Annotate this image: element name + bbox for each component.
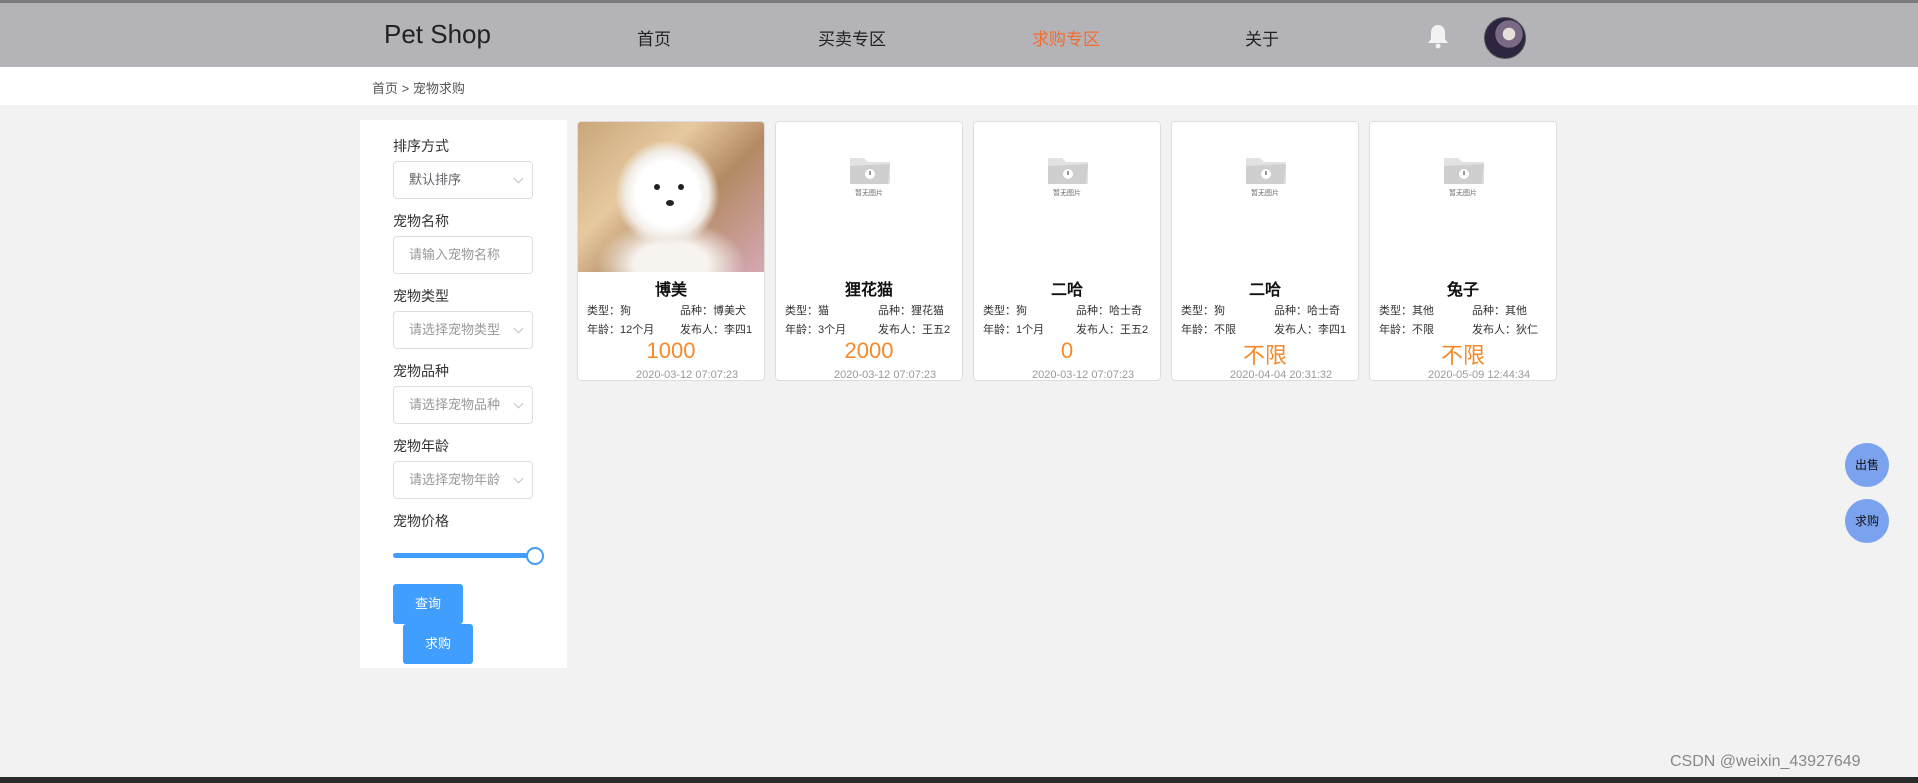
pet-title: 博美 (654, 282, 687, 299)
age-label: 宠物年龄 (393, 438, 449, 454)
folder-icon (1246, 158, 1286, 184)
pet-card[interactable]: 暂无图片 二哈 类型：狗 品种：哈士奇 年龄：不限 发布人：李四1 不限 202… (1171, 121, 1359, 381)
pet-date: 2020-03-12 07:07:23 (636, 369, 739, 381)
name-label: 宠物名称 (393, 213, 449, 229)
no-image-text: 暂无图片 (1449, 190, 1477, 197)
pet-age: 年龄：1个月 (983, 324, 1045, 336)
pet-type: 类型：狗 (587, 305, 631, 317)
pet-photo-placeholder[interactable]: 暂无图片 (974, 122, 1160, 272)
pet-price: 不限 (1242, 343, 1287, 368)
pet-breed: 品种：哈士奇 (1274, 305, 1340, 317)
type-select[interactable]: 请选择宠物类型 (393, 311, 533, 349)
pet-date: 2020-05-09 12:44:34 (1428, 369, 1531, 381)
chevron-down-icon (513, 473, 524, 484)
pet-date: 2020-03-12 07:07:23 (1032, 369, 1135, 381)
dog-nose (666, 200, 674, 206)
pet-publisher: 发布人：王五2 (878, 324, 951, 336)
pet-breed: 品种：哈士奇 (1076, 305, 1142, 317)
filter-panel: 排序方式 默认排序 宠物名称 请输入宠物名称 宠物类型 请选择宠物类型 宠物品种… (360, 120, 567, 668)
pet-price: 不限 (1440, 343, 1485, 368)
pet-price: 1000 (646, 338, 696, 363)
dog-eye (654, 184, 660, 190)
pet-card[interactable]: 博美 类型：狗 品种：博美犬 年龄：12个月 发布人：李四1 1000 2020… (577, 121, 765, 381)
pet-card[interactable]: 暂无图片 狸花猫 类型：猫 品种：狸花猫 年龄：3个月 发布人：王五2 2000… (775, 121, 963, 381)
pet-type: 类型：狗 (983, 305, 1027, 317)
pet-publisher: 发布人：狄仁 (1472, 324, 1538, 336)
pet-age: 年龄：不限 (1181, 324, 1236, 336)
pet-photo-placeholder[interactable]: 暂无图片 (1370, 122, 1556, 272)
pet-age: 年龄：不限 (1379, 324, 1434, 336)
pet-publisher: 发布人：李四1 (1274, 324, 1347, 336)
pet-photo-placeholder[interactable]: 暂无图片 (776, 122, 962, 272)
dog-eye (678, 184, 684, 190)
pet-breed: 品种：狸花猫 (878, 305, 944, 317)
sort-select-value: 默认排序 (409, 172, 462, 187)
pet-title: 狸花猫 (844, 282, 893, 299)
pet-breed: 品种：博美犬 (680, 305, 746, 317)
nav-request[interactable]: 求购专区 (1032, 25, 1100, 50)
search-button[interactable]: 查询 (393, 584, 463, 624)
pet-type: 类型：其他 (1379, 305, 1434, 317)
chevron-down-icon (513, 323, 524, 334)
pet-photo-placeholder[interactable]: 暂无图片 (1172, 122, 1358, 272)
no-image-text: 暂无图片 (1251, 190, 1279, 197)
avatar[interactable] (1484, 17, 1526, 59)
type-label: 宠物类型 (393, 288, 449, 304)
type-select-placeholder: 请选择宠物类型 (409, 322, 501, 337)
sell-float-button[interactable]: 出售 (1845, 443, 1889, 487)
pet-price: 2000 (844, 338, 894, 363)
pet-type: 类型：猫 (785, 305, 829, 317)
age-select[interactable]: 请选择宠物年龄 (393, 461, 533, 499)
pet-publisher: 发布人：李四1 (680, 324, 753, 336)
age-select-placeholder: 请选择宠物年龄 (409, 472, 501, 487)
breadcrumb: 首页 > 宠物求购 (372, 81, 465, 96)
watermark: CSDN @weixin_43927649 (1670, 753, 1861, 770)
folder-icon (1048, 158, 1088, 184)
no-image-text: 暂无图片 (855, 190, 883, 197)
folder-icon (1444, 158, 1484, 184)
nav-trade[interactable]: 买卖专区 (818, 25, 886, 50)
folder-icon (850, 158, 890, 184)
pet-age: 年龄：12个月 (587, 324, 655, 336)
pet-photo[interactable] (578, 122, 764, 272)
pet-title: 二哈 (1050, 282, 1083, 299)
request-float-button[interactable]: 求购 (1845, 499, 1889, 543)
pet-age: 年龄：3个月 (785, 324, 847, 336)
brand-logo[interactable]: Pet Shop (384, 19, 491, 50)
breed-select[interactable]: 请选择宠物品种 (393, 386, 533, 424)
pet-type: 类型：狗 (1181, 305, 1225, 317)
pet-card[interactable]: 暂无图片 兔子 类型：其他 品种：其他 年龄：不限 发布人：狄仁 不限 2020… (1369, 121, 1557, 381)
chevron-down-icon (513, 173, 524, 184)
name-input[interactable]: 请输入宠物名称 (393, 236, 533, 274)
top-navbar: Pet Shop 首页 买卖专区 求购专区 关于 (0, 0, 1918, 67)
bottom-bar (0, 777, 1918, 783)
price-label: 宠物价格 (393, 513, 449, 529)
pet-title: 二哈 (1248, 282, 1281, 299)
pet-card[interactable]: 暂无图片 二哈 类型：狗 品种：哈士奇 年龄：1个月 发布人：王五2 0 202… (973, 121, 1161, 381)
nav-home[interactable]: 首页 (637, 25, 671, 50)
price-slider-track[interactable] (393, 553, 533, 558)
bell-icon[interactable] (1426, 23, 1450, 49)
price-slider-handle[interactable] (526, 547, 544, 565)
name-input-placeholder: 请输入宠物名称 (409, 247, 501, 262)
no-image-text: 暂无图片 (1053, 190, 1081, 197)
nav-about[interactable]: 关于 (1245, 25, 1279, 50)
pet-date: 2020-03-12 07:07:23 (834, 369, 937, 381)
breadcrumb-bar: 首页 > 宠物求购 (0, 67, 1918, 105)
pet-date: 2020-04-04 20:31:32 (1230, 369, 1333, 381)
pet-price: 0 (1060, 338, 1074, 363)
pet-publisher: 发布人：王五2 (1076, 324, 1149, 336)
request-button[interactable]: 求购 (403, 624, 473, 664)
breed-select-placeholder: 请选择宠物品种 (409, 397, 501, 412)
breed-label: 宠物品种 (393, 363, 449, 379)
chevron-down-icon (513, 398, 524, 409)
sort-select[interactable]: 默认排序 (393, 161, 533, 199)
pet-breed: 品种：其他 (1472, 305, 1527, 317)
pet-title: 兔子 (1446, 282, 1479, 299)
sort-label: 排序方式 (393, 138, 449, 154)
